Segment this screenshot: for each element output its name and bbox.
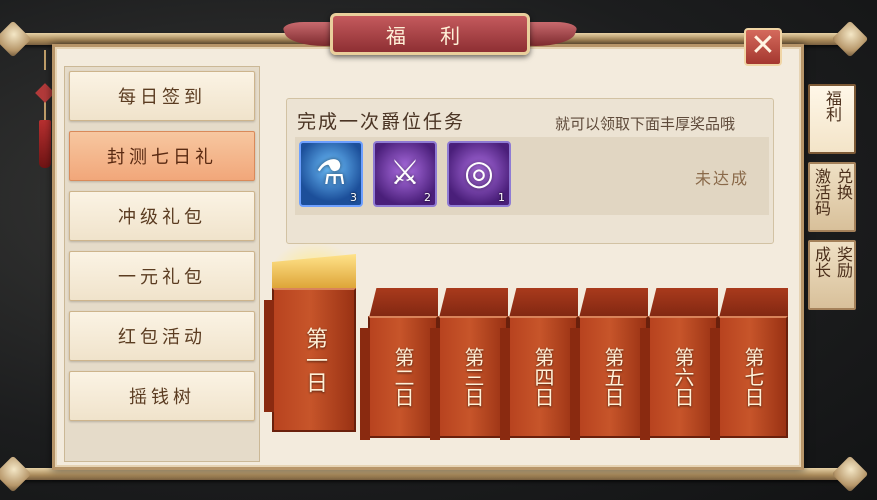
reward-item[interactable]: ◎ 1 [447,141,511,207]
day-card-6[interactable]: 第六日 [640,288,718,440]
rod-cap-left [0,455,32,493]
tab-welfare[interactable]: 福利 [808,84,856,154]
sidebar-item-level-pack[interactable]: 冲级礼包 [69,191,255,241]
sidebar-item-daily-signin[interactable]: 每日签到 [69,71,255,121]
day-card-1[interactable]: 第一日 [264,254,356,432]
sidebar: 每日签到 封测七日礼 冲级礼包 一元礼包 红包活动 摇钱树 [64,66,260,462]
sidebar-item-money-tree[interactable]: 摇钱树 [69,371,255,421]
tab-growth-reward[interactable]: 奖励 成长 [808,240,856,310]
day-card-5[interactable]: 第五日 [570,288,648,440]
reward-count: 2 [424,191,431,204]
window-title: 福 利 [330,13,530,55]
potion-icon: ⚗ [315,153,347,193]
crossed-swords-icon: ⚔ [389,153,421,193]
close-button[interactable]: ✕ [744,28,782,66]
day-cards: 第一日 第二日 第三日 第四日 第五日 第六日 第七日 [264,242,794,464]
day-label: 第六日 [671,347,695,407]
reward-item[interactable]: ⚗ 3 [299,141,363,207]
day-card-3[interactable]: 第三日 [430,288,508,440]
reward-row: ⚗ 3 ⚔ 2 ◎ 1 未达成 [295,137,769,215]
day-card-7[interactable]: 第七日 [710,288,788,440]
sidebar-item-red-packet[interactable]: 红包活动 [69,311,255,361]
sidebar-item-seven-day-gift[interactable]: 封测七日礼 [69,131,255,181]
day-label: 第七日 [741,347,765,407]
day-label: 第四日 [531,347,555,407]
tab-growth-col2: 奖励 [834,246,853,278]
content-area: 完成一次爵位任务 就可以领取下面丰厚奖品哦 ⚗ 3 ⚔ 2 ◎ 1 未达成 第一… [264,66,794,464]
tab-redeem-col1: 激活码 [812,168,831,216]
task-description: 就可以领取下面丰厚奖品哦 [554,115,735,133]
reward-count: 1 [498,191,505,204]
day-label: 第二日 [391,347,415,407]
purple-swirl-icon: ◎ [464,153,494,193]
sidebar-item-one-yuan-pack[interactable]: 一元礼包 [69,251,255,301]
task-status: 未达成 [695,169,750,188]
tab-welfare-label: 福利 [823,90,842,122]
tab-redeem-code[interactable]: 兑换 激活码 [808,162,856,232]
reward-item[interactable]: ⚔ 2 [373,141,437,207]
tassel-decoration [35,50,55,168]
rod-cap-left [0,20,32,58]
reward-count: 3 [350,191,357,204]
rod-cap-right [831,455,869,493]
tab-growth-col1: 成长 [812,246,831,278]
task-box: 完成一次爵位任务 就可以领取下面丰厚奖品哦 ⚗ 3 ⚔ 2 ◎ 1 未达成 [286,98,774,244]
day-card-2[interactable]: 第二日 [360,288,438,440]
task-title: 完成一次爵位任务 [297,111,466,133]
day-card-4[interactable]: 第四日 [500,288,578,440]
day-label: 第一日 [302,327,327,393]
rod-cap-right [831,20,869,58]
day-label: 第五日 [601,347,625,407]
tab-redeem-col2: 兑换 [834,168,853,200]
day-label: 第三日 [461,347,485,407]
